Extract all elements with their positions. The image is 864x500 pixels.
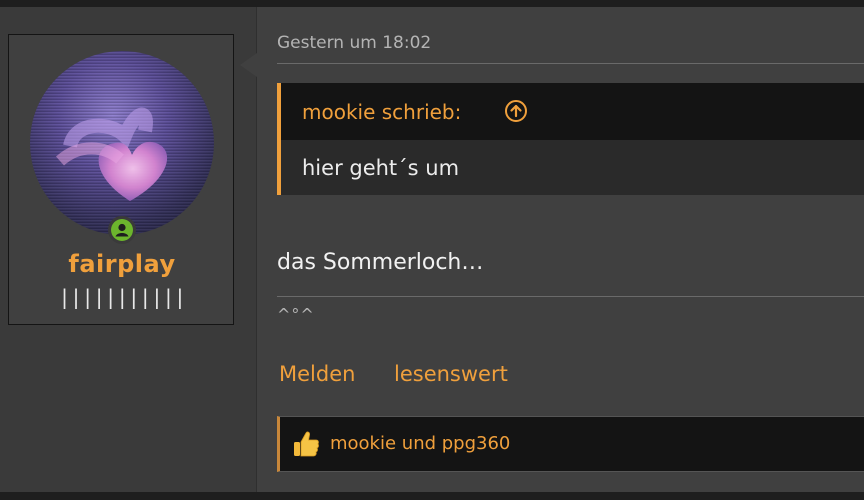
- post-body: Gestern um 18:02 mookie schrieb: hier ge…: [257, 7, 864, 492]
- likes-summary: mookie und ppg360: [277, 416, 864, 472]
- user-online-icon: [111, 219, 133, 241]
- online-status-badge: [108, 216, 136, 244]
- avatar[interactable]: [30, 51, 214, 235]
- username[interactable]: fairplay: [9, 250, 235, 278]
- post-timestamp[interactable]: Gestern um 18:02: [277, 33, 431, 53]
- user-card: fairplay |||||||||||: [8, 34, 234, 325]
- rank-indicator: |||||||||||: [58, 285, 186, 309]
- quote-author[interactable]: mookie schrieb:: [302, 100, 461, 124]
- heart-avatar-icon: [55, 107, 168, 201]
- quote-header: mookie schrieb:: [281, 83, 864, 140]
- signature: ^°^: [277, 305, 315, 324]
- signature-divider: [277, 296, 864, 297]
- report-button[interactable]: Melden: [279, 362, 355, 386]
- likes-users[interactable]: mookie und ppg360: [330, 433, 510, 454]
- arrow-up-circle-icon[interactable]: [504, 99, 528, 123]
- top-bar: [0, 0, 864, 7]
- post-pointer-arrow: [240, 53, 257, 77]
- thumbs-up-icon: [294, 431, 319, 457]
- divider: [277, 63, 864, 64]
- post-message: das Sommerloch…: [277, 250, 484, 275]
- bottom-bar: [0, 492, 864, 500]
- quote-block: mookie schrieb: hier geht´s um: [277, 83, 864, 195]
- quote-text: hier geht´s um: [302, 156, 460, 180]
- post-sidebar: fairplay |||||||||||: [0, 7, 257, 492]
- like-button[interactable]: lesenswert: [394, 362, 508, 386]
